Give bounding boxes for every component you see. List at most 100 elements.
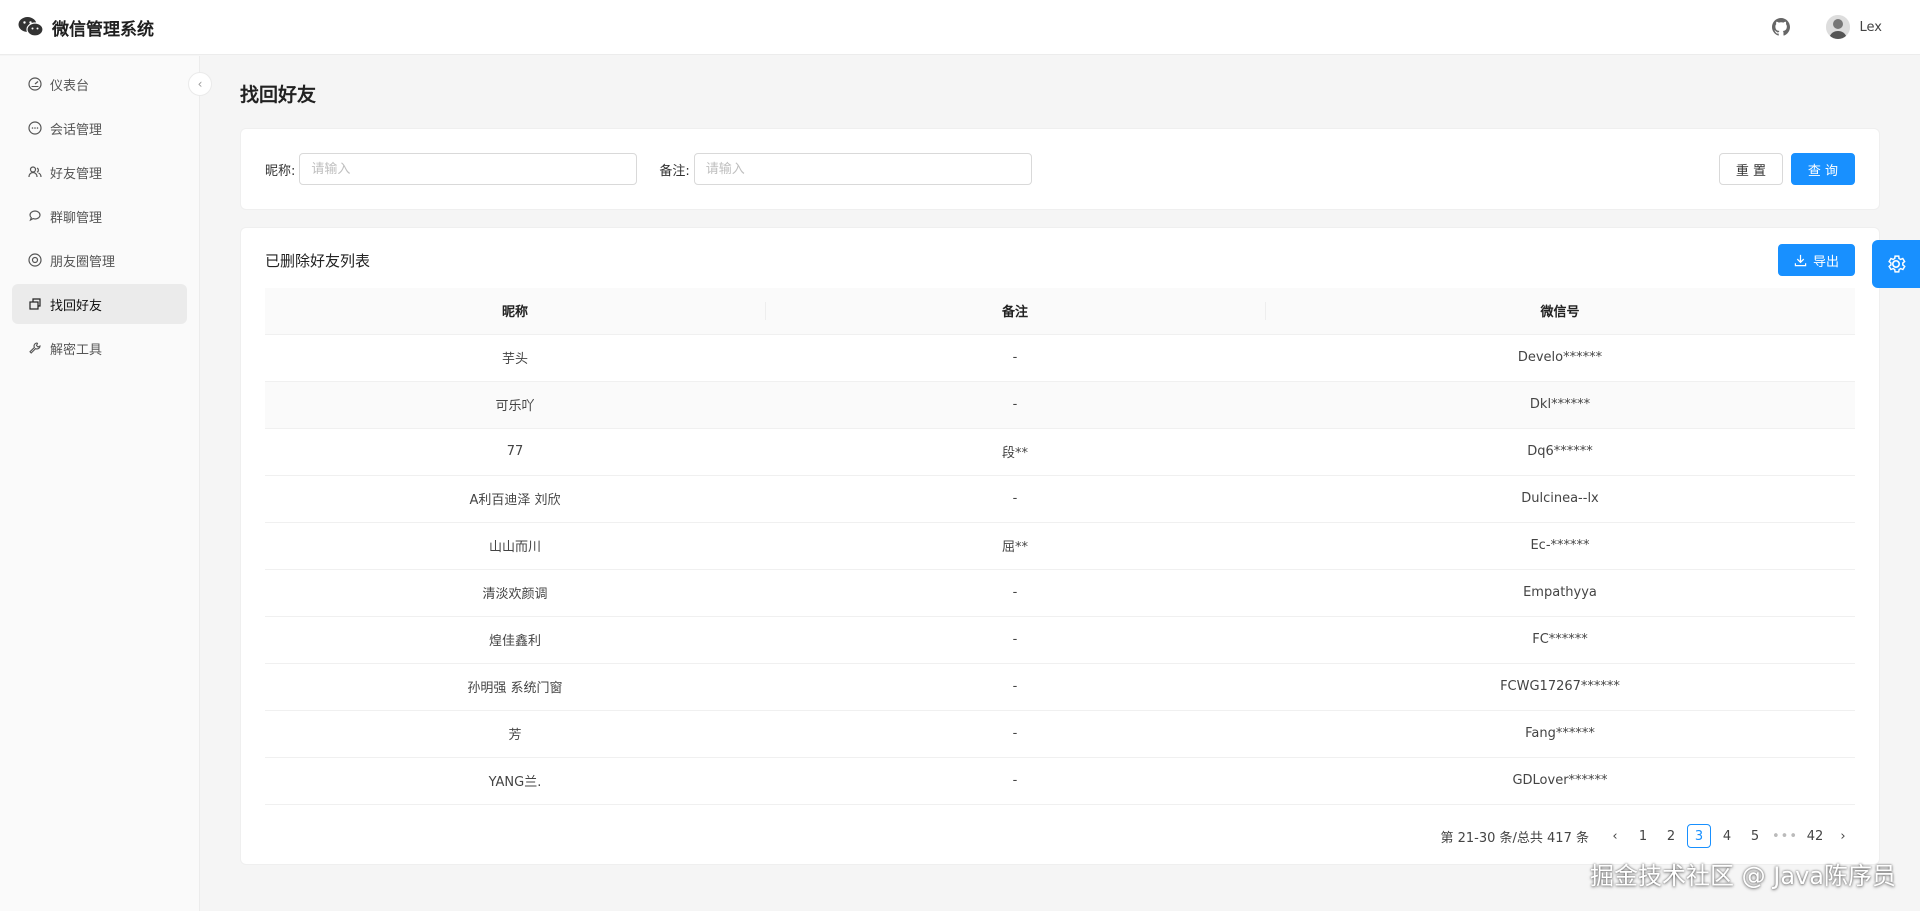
github-icon[interactable] [1771, 18, 1790, 36]
cell-remark: - [765, 381, 1265, 429]
cell-wechat-id: FCWG17267****** [1265, 663, 1855, 711]
table-title: 已删除好友列表 [265, 251, 371, 270]
table-card: 已删除好友列表 导出 昵称 备注 微信号 芋头 - Develo****** 可… [240, 227, 1880, 865]
table-row[interactable]: 山山而川 屈** Ec-****** [265, 522, 1855, 570]
sidebar-item-label: 解密工具 [50, 342, 103, 358]
cell-wechat-id: GDLover****** [1265, 757, 1855, 805]
table-row[interactable]: A利百迪泽 刘欣 - Dulcinea--lx [265, 475, 1855, 523]
brand[interactable]: 微信管理系统 [0, 15, 154, 40]
cell-nickname: 清淡欢颜调 [265, 569, 765, 617]
sidebar-item-label: 仪表台 [50, 78, 90, 94]
nickname-label: 昵称: [265, 163, 296, 179]
sidebar-item-sessions[interactable]: 会话管理 [12, 108, 187, 148]
moments-icon [28, 253, 42, 267]
pagination: 第 21-30 条/总共 417 条 ‹ 1 2 3 4 5 ••• 42 › [1440, 824, 1855, 848]
table-toolbar: 已删除好友列表 导出 [265, 244, 1855, 276]
user-name: Lex [1859, 19, 1882, 35]
cell-nickname: A利百迪泽 刘欣 [265, 475, 765, 523]
cell-nickname: 芋头 [265, 334, 765, 382]
search-actions: 重 置 查 询 [1719, 153, 1855, 185]
cell-remark: - [765, 569, 1265, 617]
page-2[interactable]: 2 [1659, 824, 1683, 848]
pagination-total: 第 21-30 条/总共 417 条 [1440, 830, 1589, 846]
table-row[interactable]: 可乐吖 - Dkl****** [265, 381, 1855, 429]
cell-remark: - [765, 616, 1265, 664]
cell-wechat-id: Dkl****** [1265, 381, 1855, 429]
table-row[interactable]: 清淡欢颜调 - Empathyya [265, 569, 1855, 617]
top-header: 微信管理系统 Lex [0, 0, 1920, 55]
chevron-left-icon: ‹ [197, 77, 203, 91]
table-row[interactable]: 芋头 - Develo****** [265, 334, 1855, 382]
chevron-right-icon: › [1840, 828, 1846, 844]
cell-wechat-id: Dq6****** [1265, 428, 1855, 476]
wechat-logo-icon [18, 17, 44, 37]
sidebar-item-label: 朋友圈管理 [50, 254, 116, 270]
column-header-nickname[interactable]: 昵称 [265, 288, 765, 335]
sidebar-collapse-button[interactable]: ‹ [188, 72, 212, 96]
group-chat-icon [29, 210, 41, 222]
watermark: 掘金技术社区 @ Java陈序员 [1590, 862, 1896, 890]
remark-input[interactable] [693, 153, 1032, 185]
settings-drawer-button[interactable] [1872, 240, 1920, 288]
sidebar-item-friends[interactable]: 好友管理 [12, 152, 187, 192]
cell-wechat-id: Fang****** [1265, 710, 1855, 758]
page-title: 找回好友 [240, 84, 317, 106]
sidebar-item-label: 会话管理 [50, 122, 103, 138]
chevron-left-icon: ‹ [1612, 828, 1618, 844]
page-3-current[interactable]: 3 [1686, 824, 1711, 848]
table-row[interactable]: YANG兰. - GDLover****** [265, 757, 1855, 805]
page-1[interactable]: 1 [1631, 824, 1655, 848]
cell-nickname: 孙明强 系统门窗 [265, 663, 765, 711]
cell-remark: - [765, 334, 1265, 382]
sidebar-item-groups[interactable]: 群聊管理 [12, 196, 187, 236]
cell-wechat-id: Empathyya [1265, 569, 1855, 617]
prev-page-button[interactable]: ‹ [1603, 824, 1627, 848]
export-button[interactable]: 导出 [1777, 244, 1855, 276]
table-row[interactable]: 芳 - Fang****** [265, 710, 1855, 758]
export-label: 导出 [1812, 254, 1839, 270]
cell-remark: - [765, 475, 1265, 523]
users-icon [28, 166, 42, 178]
download-icon [1794, 254, 1807, 266]
deleted-friends-table: 昵称 备注 微信号 芋头 - Develo****** 可乐吖 - Dkl***… [265, 288, 1855, 805]
sidebar-item-label: 群聊管理 [50, 210, 103, 226]
cell-nickname: YANG兰. [265, 757, 765, 805]
cell-remark: 屈** [765, 522, 1265, 570]
reset-button[interactable]: 重 置 [1719, 153, 1783, 185]
nickname-input[interactable] [299, 153, 638, 185]
table-header-row: 昵称 备注 微信号 [265, 288, 1855, 335]
sidebar-item-dashboard[interactable]: 仪表台 [12, 64, 187, 104]
cell-nickname: 山山而川 [265, 522, 765, 570]
chat-icon [28, 121, 42, 135]
cell-remark: - [765, 663, 1265, 711]
sidebar-item-decrypt-tool[interactable]: 解密工具 [12, 328, 187, 368]
cell-remark: - [765, 710, 1265, 758]
cell-remark: - [765, 757, 1265, 805]
recover-icon [29, 298, 41, 310]
pagination-ellipsis[interactable]: ••• [1771, 824, 1799, 848]
gear-icon [1888, 255, 1906, 273]
cell-wechat-id: Develo****** [1265, 334, 1855, 382]
dashboard-icon [28, 77, 42, 91]
search-card: 昵称: 备注: 重 置 查 询 [240, 128, 1880, 210]
column-header-wechat-id[interactable]: 微信号 [1265, 288, 1855, 335]
table-row[interactable]: 孙明强 系统门窗 - FCWG17267****** [265, 663, 1855, 711]
header-actions: Lex [1771, 15, 1920, 39]
sidebar-item-moments[interactable]: 朋友圈管理 [12, 240, 187, 280]
page-4[interactable]: 4 [1715, 824, 1739, 848]
column-header-remark[interactable]: 备注 [765, 288, 1265, 335]
cell-nickname: 可乐吖 [265, 381, 765, 429]
user-menu[interactable]: Lex [1825, 15, 1882, 39]
remark-label: 备注: [659, 163, 690, 179]
sidebar-item-label: 好友管理 [50, 166, 103, 182]
next-page-button[interactable]: › [1831, 824, 1855, 848]
cell-wechat-id: Ec-****** [1265, 522, 1855, 570]
cell-nickname: 芳 [265, 710, 765, 758]
cell-nickname: 77 [265, 428, 765, 476]
sidebar-item-recover-friends[interactable]: 找回好友 [12, 284, 187, 324]
table-row[interactable]: 77 段** Dq6****** [265, 428, 1855, 476]
query-button[interactable]: 查 询 [1791, 153, 1855, 185]
page-last[interactable]: 42 [1803, 824, 1827, 848]
table-row[interactable]: 煌佳鑫利 - FC****** [265, 616, 1855, 664]
page-5[interactable]: 5 [1743, 824, 1767, 848]
